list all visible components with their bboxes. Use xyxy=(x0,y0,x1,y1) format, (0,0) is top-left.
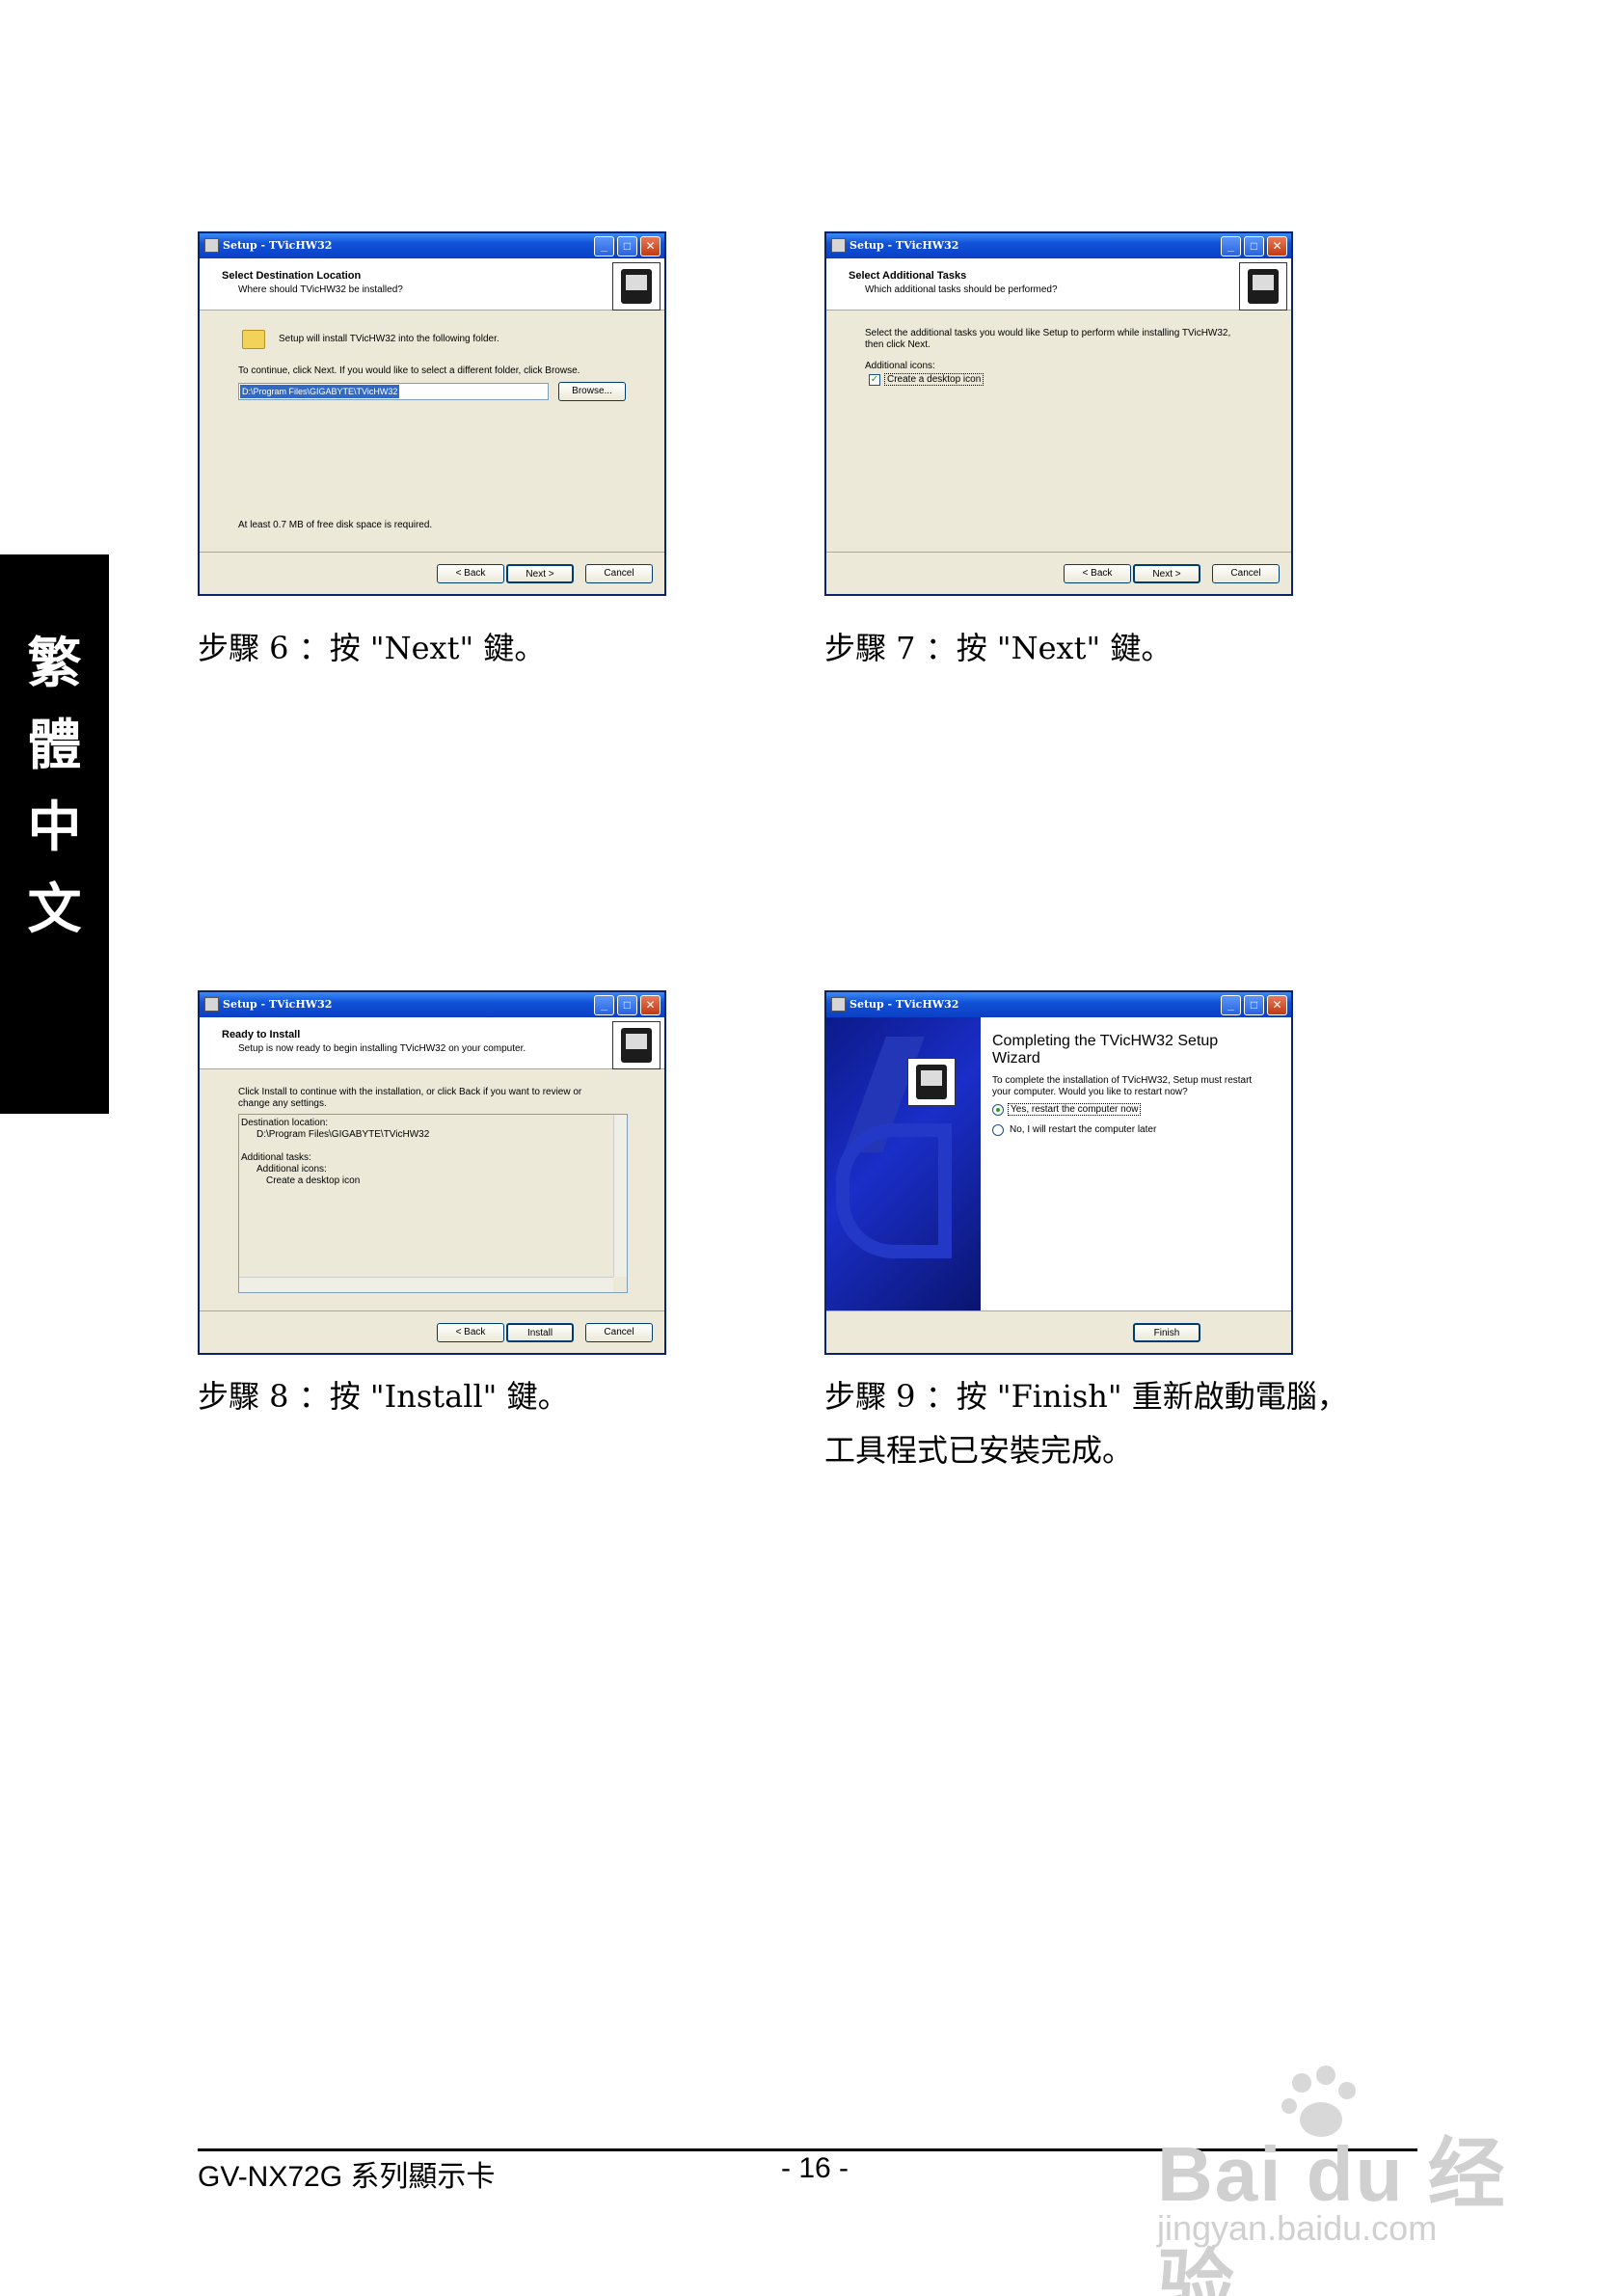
header-title: Ready to Install xyxy=(222,1029,301,1040)
tasks-info-text-2: then click Next. xyxy=(865,339,930,350)
maximize-icon[interactable]: □ xyxy=(1244,995,1264,1015)
close-icon[interactable]: ✕ xyxy=(1267,995,1287,1015)
side-tab-char-3: 中 xyxy=(27,796,82,859)
title-bar[interactable]: Setup - TVicHW32 _ □ ✕ xyxy=(200,992,664,1017)
setup-app-icon xyxy=(831,997,846,1012)
minimize-icon[interactable]: _ xyxy=(1221,236,1241,257)
side-tab-char-4: 文 xyxy=(27,878,82,941)
dialog-header: Select Additional Tasks Which additional… xyxy=(826,258,1291,311)
side-tab-char-2: 體 xyxy=(27,714,82,777)
caption-step9-line2: 工具程式已安裝完成。 xyxy=(824,1432,1134,1469)
window-title: Setup - TVicHW32 xyxy=(223,239,333,252)
setup-app-icon xyxy=(204,238,219,253)
maximize-icon[interactable]: □ xyxy=(617,995,637,1015)
cancel-button[interactable]: Cancel xyxy=(585,564,653,583)
header-title: Select Additional Tasks xyxy=(849,270,967,282)
next-button[interactable]: Next > xyxy=(506,564,574,583)
setup-app-icon xyxy=(831,238,846,253)
footer-model: GV-NX72G xyxy=(198,2161,343,2193)
caption-step8: 步驟 8 ：按 "Install" 鍵。 xyxy=(198,1378,569,1415)
caption-step6: 步驟 6 ：按 "Next" 鍵。 xyxy=(198,630,546,666)
horizontal-scrollbar[interactable] xyxy=(239,1277,613,1292)
memo-line: Additional tasks: xyxy=(241,1152,311,1163)
window-title: Setup - TVicHW32 xyxy=(849,239,959,252)
back-button[interactable]: < Back xyxy=(437,564,504,583)
dialog-step7: Setup - TVicHW32 _ □ ✕ Select Additional… xyxy=(824,231,1293,596)
window-title: Setup - TVicHW32 xyxy=(223,998,333,1011)
tasks-info-text: Select the additional tasks you would li… xyxy=(865,328,1231,338)
close-icon[interactable]: ✕ xyxy=(640,995,661,1015)
restart-info-text-2: your computer. Would you like to restart… xyxy=(992,1087,1188,1097)
title-bar[interactable]: Setup - TVicHW32 _ □ ✕ xyxy=(826,233,1291,258)
desktop-icon-label[interactable]: Create a desktop icon xyxy=(884,373,984,386)
install-button[interactable]: Install xyxy=(506,1323,574,1342)
back-button[interactable]: < Back xyxy=(1064,564,1131,583)
summary-memo[interactable]: Destination location: D:\Program Files\G… xyxy=(238,1114,628,1293)
ready-info-text: Click Install to continue with the insta… xyxy=(238,1087,582,1097)
close-icon[interactable]: ✕ xyxy=(640,236,661,257)
title-bar[interactable]: Setup - TVicHW32 _ □ ✕ xyxy=(200,233,664,258)
minimize-icon[interactable]: _ xyxy=(1221,995,1241,1015)
title-bar[interactable]: Setup - TVicHW32 _ □ ✕ xyxy=(826,992,1291,1017)
maximize-icon[interactable]: □ xyxy=(617,236,637,257)
memo-line: Create a desktop icon xyxy=(266,1175,361,1186)
restart-now-label[interactable]: Yes, restart the computer now xyxy=(1008,1103,1142,1116)
setup-computer-icon xyxy=(1239,262,1287,311)
vertical-scrollbar[interactable] xyxy=(613,1115,627,1277)
dialog-step9: Setup - TVicHW32 _ □ ✕ Completing the TV… xyxy=(824,990,1293,1355)
disk-space-text: At least 0.7 MB of free disk space is re… xyxy=(238,520,433,530)
finish-button[interactable]: Finish xyxy=(1133,1323,1200,1342)
cancel-button[interactable]: Cancel xyxy=(585,1323,653,1342)
dialog-step6: Setup - TVicHW32 _ □ ✕ Select Destinatio… xyxy=(198,231,666,596)
wizard-heading-2: Wizard xyxy=(992,1050,1040,1067)
close-icon[interactable]: ✕ xyxy=(1267,236,1287,257)
window-title: Setup - TVicHW32 xyxy=(849,998,959,1011)
dialog-header: Ready to Install Setup is now ready to b… xyxy=(200,1017,664,1069)
restart-info-text: To complete the installation of TVicHW32… xyxy=(992,1075,1253,1086)
setup-computer-icon xyxy=(612,1021,661,1069)
destination-path-input[interactable]: D:\Program Files\GIGABYTE\TVicHW32 xyxy=(238,383,549,400)
maximize-icon[interactable]: □ xyxy=(1244,236,1264,257)
restart-now-radio[interactable] xyxy=(992,1104,1004,1116)
header-subtitle: Setup is now ready to begin installing T… xyxy=(238,1043,526,1054)
wizard-side-image xyxy=(826,1017,981,1310)
footer-product: GV-NX72G 系列顯示卡 xyxy=(198,2152,495,2195)
next-button[interactable]: Next > xyxy=(1133,564,1200,583)
desktop-icon-checkbox[interactable]: ✓ xyxy=(869,374,880,386)
minimize-icon[interactable]: _ xyxy=(594,236,614,257)
install-info-text: Setup will install TVicHW32 into the fol… xyxy=(279,334,499,344)
setup-computer-icon xyxy=(612,262,661,311)
setup-computer-icon xyxy=(907,1058,956,1106)
ready-info-text-2: change any settings. xyxy=(238,1098,327,1109)
dialog-step8: Setup - TVicHW32 _ □ ✕ Ready to Install … xyxy=(198,990,666,1355)
back-button[interactable]: < Back xyxy=(437,1323,504,1342)
minimize-icon[interactable]: _ xyxy=(594,995,614,1015)
header-title: Select Destination Location xyxy=(222,270,362,282)
page-number: - 16 - xyxy=(781,2152,849,2184)
folder-icon xyxy=(242,330,265,349)
restart-later-label[interactable]: No, I will restart the computer later xyxy=(1010,1124,1156,1135)
memo-line: D:\Program Files\GIGABYTE\TVicHW32 xyxy=(256,1129,430,1140)
wizard-heading: Completing the TVicHW32 Setup xyxy=(992,1033,1219,1049)
caption-step9: 步驟 9 ：按 "Finish" 重新啟動電腦， xyxy=(824,1378,1348,1415)
header-subtitle: Which additional tasks should be perform… xyxy=(865,284,1058,295)
continue-info-text: To continue, click Next. If you would li… xyxy=(238,365,580,376)
caption-step7: 步驟 7 ：按 "Next" 鍵。 xyxy=(824,630,1173,666)
header-subtitle: Where should TVicHW32 be installed? xyxy=(238,284,403,295)
setup-app-icon xyxy=(204,997,219,1012)
side-tab-char-1: 繁 xyxy=(27,632,82,695)
additional-icons-label: Additional icons: xyxy=(865,361,935,371)
cancel-button[interactable]: Cancel xyxy=(1212,564,1280,583)
dialog-header: Select Destination Location Where should… xyxy=(200,258,664,311)
baidu-watermark: Bai du 经验 jingyan.baidu.com xyxy=(1157,2064,1543,2296)
memo-line: Additional icons: xyxy=(256,1164,327,1175)
restart-later-radio[interactable] xyxy=(992,1124,1004,1136)
memo-line: Destination location: xyxy=(241,1118,329,1128)
side-language-tab: 繁 體 中 文 xyxy=(0,554,109,1114)
footer-model-zh: 系列顯示卡 xyxy=(350,2160,496,2194)
watermark-url: jingyan.baidu.com xyxy=(1157,2208,1438,2248)
browse-button[interactable]: Browse... xyxy=(558,382,626,401)
watermark-brand: Bai du 经验 xyxy=(1157,2131,1507,2296)
